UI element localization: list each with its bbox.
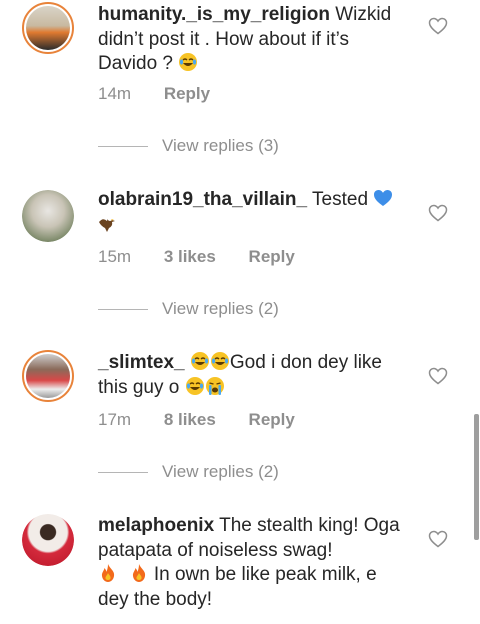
reply-button[interactable]: Reply [164,84,210,104]
likes-count[interactable]: 8 likes [164,410,216,430]
reply-button[interactable]: Reply [249,247,295,267]
timestamp: 14m [98,84,132,103]
reply-button[interactable]: Reply [249,410,295,430]
comment-body: olabrain19_tha_villain_ Tested [98,188,408,237]
comment-meta: 17m 8 likes Reply [98,410,295,430]
heart-outline-icon[interactable] [428,367,448,385]
timestamp: 17m [98,410,132,429]
view-replies-button[interactable]: View replies (2) [98,462,279,482]
fire-emoji [101,564,115,582]
tears-of-joy-emoji [179,53,198,71]
heart-outline-icon[interactable] [428,204,448,222]
comment-meta: 14m Reply [98,84,210,104]
avatar[interactable] [22,350,74,402]
avatar[interactable] [22,190,74,242]
heart-outline-icon[interactable] [428,17,448,35]
eagle-emoji [99,215,115,232]
comment-body: _slimtex_ God i don dey like this guy o [98,351,408,400]
avatar[interactable] [22,2,74,54]
avatar[interactable] [22,514,74,566]
view-replies-button[interactable]: View replies (2) [98,299,279,319]
comment-body: melaphoenix The stealth king! Oga patapa… [98,514,408,612]
tears-of-joy-emoji [210,352,229,370]
comment-body: humanity._is_my_religion Wizkid didn’t p… [98,3,408,77]
fire-emoji [132,564,145,582]
username[interactable]: humanity._is_my_religion [98,4,330,25]
tears-of-joy-emoji [190,352,209,370]
loudly-crying-emoji [205,376,224,395]
view-replies-button[interactable]: View replies (3) [98,136,279,156]
username[interactable]: _slimtex_ [98,352,185,373]
username[interactable]: melaphoenix [98,515,214,536]
likes-count[interactable]: 3 likes [164,247,216,267]
tears-of-joy-emoji [185,376,204,395]
timestamp: 15m [98,247,132,266]
heart-outline-icon[interactable] [428,530,448,548]
username[interactable]: olabrain19_tha_villain_ [98,189,307,210]
blue-heart-emoji [374,190,393,206]
comment-text: Tested [312,189,369,210]
scrollbar[interactable] [474,414,479,540]
comment-meta: 15m 3 likes Reply [98,247,295,267]
